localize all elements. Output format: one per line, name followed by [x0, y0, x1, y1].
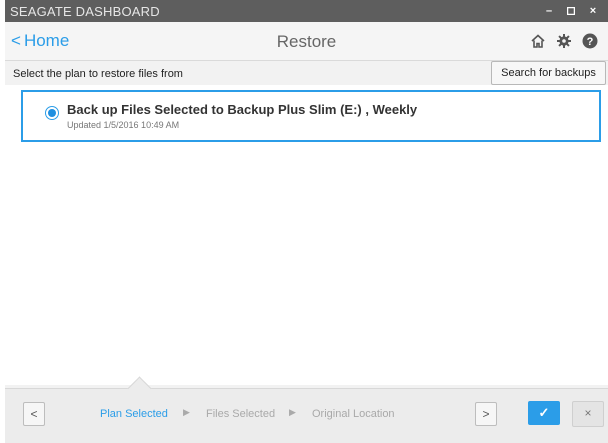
plan-name: Back up Files Selected to Backup Plus Sl…: [67, 102, 418, 117]
wizard-footer: < Plan Selected ▶ Files Selected ▶ Origi…: [5, 376, 608, 443]
header-bar: < Home Restore ?: [5, 22, 608, 60]
plan-radio-selected[interactable]: [45, 106, 59, 120]
search-for-backups-button[interactable]: Search for backups: [491, 61, 606, 85]
step-arrow-icon: ▶: [289, 407, 296, 417]
gear-icon[interactable]: [555, 32, 573, 50]
plan-list: Back up Files Selected to Backup Plus Sl…: [5, 85, 608, 385]
title-bar[interactable]: SEAGATE DASHBOARD – ×: [5, 0, 608, 22]
instruction-label: Select the plan to restore files from: [13, 68, 183, 80]
help-icon[interactable]: ?: [581, 32, 599, 50]
confirm-button[interactable]: ✓: [528, 401, 560, 425]
plan-list-item[interactable]: Back up Files Selected to Backup Plus Sl…: [21, 90, 601, 142]
next-step-button[interactable]: >: [475, 402, 497, 426]
home-icon[interactable]: [529, 32, 547, 50]
cancel-button[interactable]: ×: [572, 401, 604, 427]
previous-step-button[interactable]: <: [23, 402, 45, 426]
step-original-location: Original Location: [312, 408, 395, 420]
plan-toolbar: Select the plan to restore files from Se…: [5, 60, 608, 85]
step-plan-selected: Plan Selected: [100, 408, 168, 420]
maximize-icon: [566, 6, 576, 16]
maximize-button[interactable]: [560, 0, 582, 22]
step-files-selected: Files Selected: [206, 408, 276, 420]
minimize-button[interactable]: –: [538, 0, 560, 22]
plan-updated-date: Updated 1/5/2016 10:49 AM: [67, 120, 180, 130]
step-arrow-icon: ▶: [183, 407, 190, 417]
app-window: SEAGATE DASHBOARD – × < Home Restore ? S…: [5, 0, 608, 443]
window-title: SEAGATE DASHBOARD: [10, 4, 160, 19]
page-title: Restore: [276, 32, 337, 51]
svg-text:?: ?: [587, 36, 594, 48]
close-window-button[interactable]: ×: [582, 0, 604, 22]
